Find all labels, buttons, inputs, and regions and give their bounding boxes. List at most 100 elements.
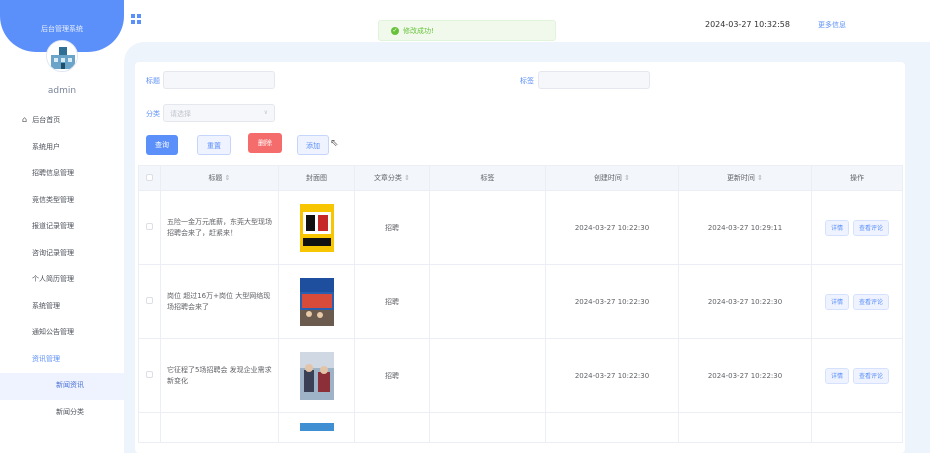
mouse-cursor-icon: ⇖ [330,138,339,149]
row-updated: 2024-03-27 10:22:30 [678,338,812,413]
username: admin [47,86,77,96]
cover-image [299,422,334,431]
sidebar-item-label: 系统管理 [32,301,60,310]
more-info-link[interactable]: 更多信息 [818,20,846,30]
sidebar-item-system-users[interactable]: 系统用户 [0,135,124,162]
sidebar-item-system[interactable]: 系统管理 [0,294,124,321]
reset-button[interactable]: 重置 [197,135,231,155]
row-checkbox-cell[interactable] [138,264,161,339]
col-tag: 标签 [429,165,546,191]
sidebar-item-consult-records[interactable]: 咨询记录管理 [0,241,124,268]
title-filter-label: 标题 [146,77,160,85]
sidebar-item-category-types[interactable]: 竞信类型管理 [0,188,124,215]
row-checkbox[interactable] [146,371,153,378]
sidebar-item-label: 资讯管理 [32,354,60,363]
col-actions: 操作 [811,165,903,191]
sort-icon[interactable]: ⇕ [225,174,231,182]
sidebar-item-home[interactable]: ⌂ 后台首页 [0,108,124,135]
table-header-row: 标题 ⇕ 封面图 文章分类 ⇕ 标签 创建时间 ⇕ 更新时间 ⇕ 操作 [138,165,903,191]
tag-filter-input[interactable] [538,71,650,89]
col-title[interactable]: 标题 ⇕ [160,165,279,191]
row-category: 招聘 [354,338,430,413]
view-comments-button[interactable]: 查看评论 [853,367,890,384]
col-created[interactable]: 创建时间 ⇕ [545,165,679,191]
sidebar-item-notices[interactable]: 通知公告管理 [0,320,124,347]
category-placeholder: 请选择 [170,110,191,118]
success-toast: ✓ 修改成功! [378,20,556,41]
row-cover [278,190,355,265]
row-checkbox-cell[interactable] [138,190,161,265]
row-tag [429,338,546,413]
row-category: 招聘 [354,264,430,339]
sidebar-item-label: 咨询记录管理 [32,248,74,257]
row-cover [278,338,355,413]
cover-image [299,351,334,400]
col-updated[interactable]: 更新时间 ⇕ [678,165,812,191]
sidebar-item-news[interactable]: 新闻资讯 [0,373,124,400]
sort-icon[interactable]: ⇕ [624,174,630,182]
sidebar-item-job-info[interactable]: 招聘信息管理 [0,161,124,188]
category-select[interactable]: 请选择 ∨ [163,104,275,122]
detail-button[interactable]: 详情 [824,367,849,384]
title-filter-input[interactable] [163,71,275,89]
category-filter-label: 分类 [146,110,160,118]
row-created: 2024-03-27 10:22:30 [545,190,679,265]
sidebar-item-report-records[interactable]: 报道记录管理 [0,214,124,241]
row-updated: 2024-03-27 10:22:30 [678,264,812,339]
view-comments-button[interactable]: 查看评论 [853,293,890,310]
cover-image [299,277,334,326]
view-comments-button[interactable]: 查看评论 [853,219,890,236]
tag-filter-label: 标签 [520,77,534,85]
avatar-image [47,41,77,71]
row-created: 2024-03-27 10:22:30 [545,338,679,413]
row-checkbox-cell[interactable] [138,338,161,413]
detail-button[interactable]: 详情 [824,219,849,236]
select-all-checkbox-cell[interactable] [138,165,161,191]
success-check-icon: ✓ [391,27,399,35]
query-button[interactable]: 查询 [146,135,178,155]
col-updated-label: 更新时间 [726,174,755,182]
row-category: 招聘 [354,190,430,265]
sidebar-item-label: 新闻资讯 [56,381,84,389]
sidebar-item-resumes[interactable]: 个人简历管理 [0,267,124,294]
detail-button[interactable]: 详情 [824,293,849,310]
sidebar-item-news-manage[interactable]: 资讯管理 [0,347,124,374]
row-actions: 详情 查看评论 [811,264,903,339]
sort-icon[interactable]: ⇕ [757,174,763,182]
sidebar-item-label: 报道记录管理 [32,222,74,230]
home-icon: ⌂ [22,115,28,124]
row-actions: 详情 查看评论 [811,338,903,413]
sidebar-item-news-category[interactable]: 新闻分类 [0,400,124,427]
row-title: 它征程了5场招聘会 发现企业需求新变化 [160,338,279,413]
row-cover [278,264,355,339]
news-table: 标题 ⇕ 封面图 文章分类 ⇕ 标签 创建时间 ⇕ 更新时间 ⇕ 操作 五险一金… [138,165,903,443]
row-created: 2024-03-27 10:22:30 [545,264,679,339]
row-checkbox[interactable] [146,297,153,304]
sidebar-item-label: 新闻分类 [56,407,84,416]
sidebar: 后台管理系统 admin ⌂ 后台首页 系统用户 招聘信息管理 竞信类型管理 报… [0,0,124,453]
col-title-label: 标题 [208,174,223,182]
row-checkbox[interactable] [146,223,153,230]
header-datetime: 2024-03-27 10:32:58 [705,20,790,29]
add-button[interactable]: 添加 [297,135,329,155]
sidebar-item-label: 竞信类型管理 [32,195,74,204]
avatar[interactable] [46,40,78,72]
sidebar-item-label: 招聘信息管理 [32,169,74,177]
col-created-label: 创建时间 [593,174,622,182]
row-tag [429,264,546,339]
row-checkbox-cell [138,412,161,443]
col-category[interactable]: 文章分类 ⇕ [354,165,430,191]
row-tag [429,190,546,265]
menu-toggle-icon[interactable] [131,14,141,24]
select-all-checkbox[interactable] [146,173,153,181]
table-row: 它征程了5场招聘会 发现企业需求新变化 招聘 2024-03-27 10:22:… [138,338,903,413]
chevron-down-icon: ∨ [263,109,268,116]
table-row [138,412,903,443]
table-row: 五险一金万元底薪，东莞大型现场招聘会来了，赶紧来！ 招聘 2024-03-27 … [138,190,903,265]
table-row: 岗位 超过16万+岗位 大型网络现场招聘会来了 招聘 2024-03-27 10… [138,264,903,339]
col-cover: 封面图 [278,165,355,191]
row-title: 岗位 超过16万+岗位 大型网络现场招聘会来了 [160,264,279,339]
sort-icon[interactable]: ⇕ [404,174,410,182]
system-title: 后台管理系统 [41,25,83,33]
delete-button[interactable]: 删除 [248,133,282,153]
